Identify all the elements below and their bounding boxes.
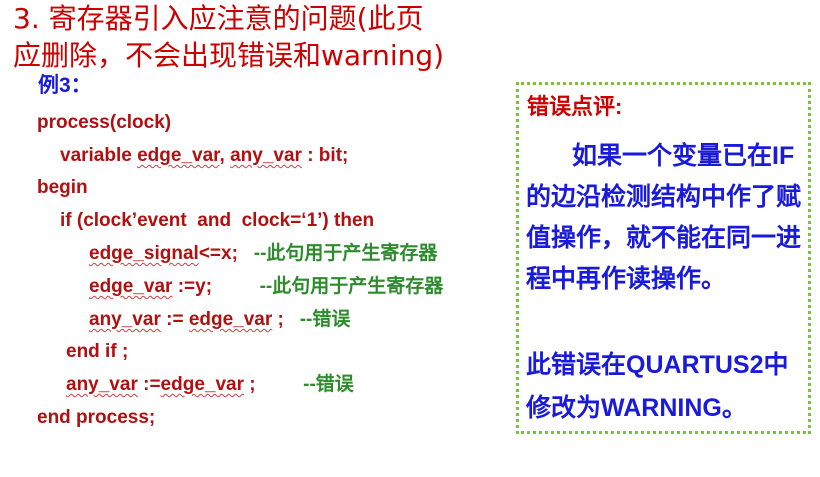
code-line-7: any_var := edge_var ; --错误 bbox=[89, 309, 351, 330]
note-body: 如果一个变量已在IF的边沿检测结构中作了赋值操作，就不能在同一进程中再作读操作。 bbox=[526, 142, 802, 293]
code-block: process(clock) variable edge_var, any_va… bbox=[0, 0, 510, 477]
code-line-4: if (clock’event and clock=‘1’) then bbox=[60, 210, 375, 231]
note-title: 错误点评: bbox=[527, 94, 623, 119]
code-comment: --错误 bbox=[299, 309, 351, 330]
code-line-8: end if ; bbox=[66, 341, 129, 362]
code-line-10: end process; bbox=[37, 407, 156, 428]
code-line-3: begin bbox=[37, 177, 88, 198]
code-line-6: edge_var :=y; --此句用于产生寄存器 bbox=[89, 276, 444, 297]
code-comment: --错误 bbox=[303, 374, 354, 395]
code-comment: --此句用于产生寄存器 bbox=[259, 276, 444, 297]
code-line-1: process(clock) bbox=[37, 112, 172, 133]
code-comment: --此句用于产生寄存器 bbox=[253, 243, 438, 264]
code-line-2: variable edge_var, any_var : bit; bbox=[60, 145, 349, 166]
code-line-9: any_var :=edge_var ; --错误 bbox=[66, 374, 354, 395]
code-line-5: edge_signal<=x; --此句用于产生寄存器 bbox=[89, 243, 438, 264]
note-body-2: 此错误在QUARTUS2中修改为WARNING。 bbox=[526, 351, 789, 422]
